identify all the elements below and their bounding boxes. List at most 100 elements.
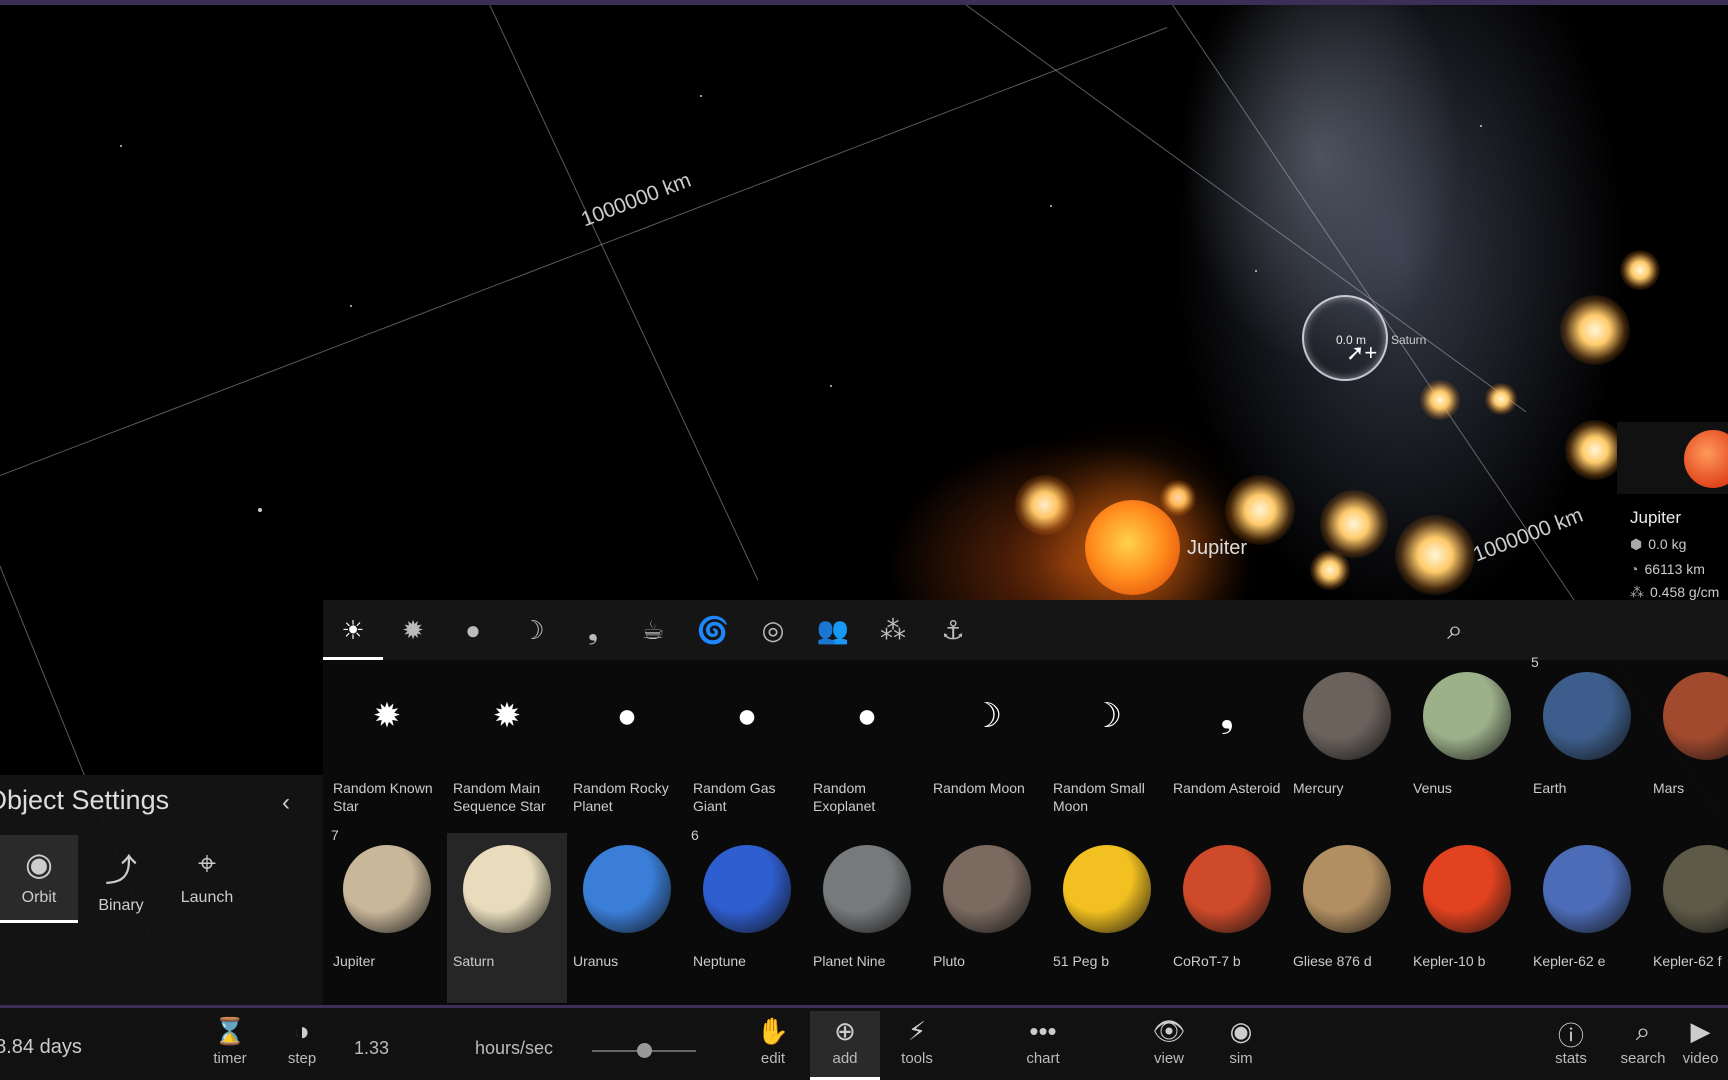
mode-label: Binary <box>98 897 144 914</box>
planet-icon[interactable]: ● <box>443 600 503 660</box>
dust-ring-icon[interactable]: ⁂ <box>863 600 923 660</box>
search-icon[interactable]: ⌕ <box>1425 600 1485 660</box>
selected-object-thumbnail[interactable] <box>1617 422 1728 494</box>
stats-button[interactable]: ⓘ stats <box>1536 1016 1606 1067</box>
settings-title: Object Settings <box>0 785 170 815</box>
edit-button[interactable]: ✋ edit <box>738 1016 808 1067</box>
object-item[interactable]: ❟ Random Asteroid <box>1167 660 1287 830</box>
object-label: Earth <box>1533 780 1567 796</box>
speed-value[interactable]: 1.33 <box>354 1038 389 1059</box>
step-icon: ◑ <box>294 1016 310 1046</box>
object-item[interactable]: ● Random Rocky Planet <box>567 660 687 830</box>
galaxy-icon[interactable]: 🌀 <box>683 600 743 660</box>
star-icon[interactable]: ✹ <box>383 600 443 660</box>
star <box>1050 205 1052 207</box>
speed-unit[interactable]: hours/sec <box>475 1038 553 1059</box>
object-label: Random Exoplanet <box>813 780 876 814</box>
hourglass-icon: ⌛ <box>213 1016 247 1046</box>
object-item[interactable]: ● Random Gas Giant <box>687 660 807 830</box>
planet-thumbnail-icon <box>463 845 551 933</box>
mode-label: Launch <box>180 889 234 906</box>
moon-icon[interactable]: ☽ <box>503 600 563 660</box>
mass-value: 0.0 kg <box>1648 536 1687 552</box>
object-item[interactable]: CoRoT-7 b <box>1167 833 1287 1003</box>
object-type-icon: ● <box>856 697 878 735</box>
mode-binary[interactable]: ⤴ Binary <box>82 835 160 920</box>
mode-launch[interactable]: ⌖ Launch <box>168 835 246 920</box>
planet-thumbnail-icon <box>1303 672 1391 760</box>
object-item[interactable]: Saturn <box>447 833 567 1003</box>
radius-icon: ◔ <box>1630 561 1639 577</box>
star <box>350 305 352 307</box>
button-label: video <box>1682 1050 1719 1067</box>
object-item[interactable]: 7 Jupiter <box>327 827 447 1003</box>
chevron-left-icon[interactable]: ‹ <box>282 789 290 817</box>
planet-thumbnail-icon <box>1543 672 1631 760</box>
planet-thumbnail-icon <box>1183 845 1271 933</box>
asteroid-icon[interactable]: ❟ <box>563 600 623 660</box>
teapot-icon[interactable]: ☕ <box>623 600 683 660</box>
tools-button[interactable]: ⚡ tools <box>882 1016 952 1067</box>
object-item[interactable]: 51 Peg b <box>1047 833 1167 1003</box>
star-glow <box>1560 295 1630 365</box>
speed-slider-handle[interactable] <box>637 1043 652 1058</box>
count-badge: 7 <box>331 827 339 843</box>
mode-orbit[interactable]: ◉ Orbit <box>0 835 78 923</box>
view-button[interactable]: 👁 view <box>1134 1016 1204 1067</box>
object-item[interactable]: ● Random Exoplanet <box>807 660 927 830</box>
timer-button[interactable]: ⌛ timer <box>195 1016 265 1067</box>
orbit-icon: ◉ <box>25 846 53 882</box>
video-camera-icon: ▶ <box>1690 1016 1711 1046</box>
object-item[interactable]: Mars <box>1647 660 1728 830</box>
search-button[interactable]: ⌕ search <box>1608 1016 1678 1067</box>
count-badge: 6 <box>691 827 699 843</box>
object-label: CoRoT-7 b <box>1173 953 1241 969</box>
planet-thumbnail-icon <box>1423 672 1511 760</box>
grid-line <box>959 5 1527 413</box>
star <box>830 385 832 387</box>
object-item[interactable]: 6 Neptune <box>687 827 807 1003</box>
object-item[interactable]: Planet Nine <box>807 833 927 1003</box>
button-label: search <box>1620 1050 1666 1067</box>
object-item[interactable]: Gliese 876 d <box>1287 833 1407 1003</box>
object-item[interactable]: ✹ Random Main Sequence Star <box>447 660 567 830</box>
object-type-icon: ● <box>616 697 638 735</box>
anchor-icon[interactable]: ⚓ <box>923 600 983 660</box>
object-item[interactable]: Kepler-62 e <box>1527 833 1647 1003</box>
planet-thumbnail-icon <box>1543 845 1631 933</box>
people-icon[interactable]: 👥 <box>803 600 863 660</box>
solar-system-icon[interactable]: ☀ <box>323 600 383 660</box>
star <box>1480 125 1482 127</box>
sim-button[interactable]: ◉ sim <box>1206 1016 1276 1067</box>
object-label: Neptune <box>693 953 746 969</box>
radius-row: ◔ 66113 km <box>1630 561 1705 577</box>
object-label: Venus <box>1413 780 1452 796</box>
hand-icon: ✋ <box>756 1016 790 1046</box>
object-item[interactable]: Kepler-10 b <box>1407 833 1527 1003</box>
object-item[interactable]: ☽ Random Small Moon <box>1047 660 1167 830</box>
binary-icon: ⤴ <box>104 852 137 888</box>
button-label: sim <box>1229 1050 1253 1067</box>
scale-label: 1000000 km <box>578 168 695 232</box>
black-hole-icon[interactable]: ◎ <box>743 600 803 660</box>
object-item[interactable]: Kepler-62 f <box>1647 833 1728 1003</box>
video-button[interactable]: ▶ video <box>1673 1016 1728 1067</box>
object-item[interactable]: ☽ Random Moon <box>927 660 1047 830</box>
planet-thumbnail-icon <box>703 845 791 933</box>
jupiter-body[interactable] <box>1085 500 1180 595</box>
object-item[interactable]: Pluto <box>927 833 1047 1003</box>
density-value: 0.458 g/cm <box>1650 584 1720 600</box>
object-label: Uranus <box>573 953 619 969</box>
star-glow <box>1160 480 1196 516</box>
scale-label: 1000000 km <box>1470 503 1587 567</box>
object-item[interactable]: 5 Earth <box>1527 654 1647 830</box>
planet-thumbnail-icon <box>1423 845 1511 933</box>
object-item[interactable]: ✹ Random Known Star <box>327 660 447 830</box>
chart-button[interactable]: ••• chart <box>1008 1016 1078 1067</box>
add-button[interactable]: ⊕ add <box>810 1011 880 1080</box>
object-item[interactable]: Uranus <box>567 833 687 1003</box>
star-glow <box>1420 380 1460 420</box>
object-item[interactable]: Venus <box>1407 660 1527 830</box>
step-button[interactable]: ◑ step <box>267 1016 337 1067</box>
object-item[interactable]: Mercury <box>1287 660 1407 830</box>
